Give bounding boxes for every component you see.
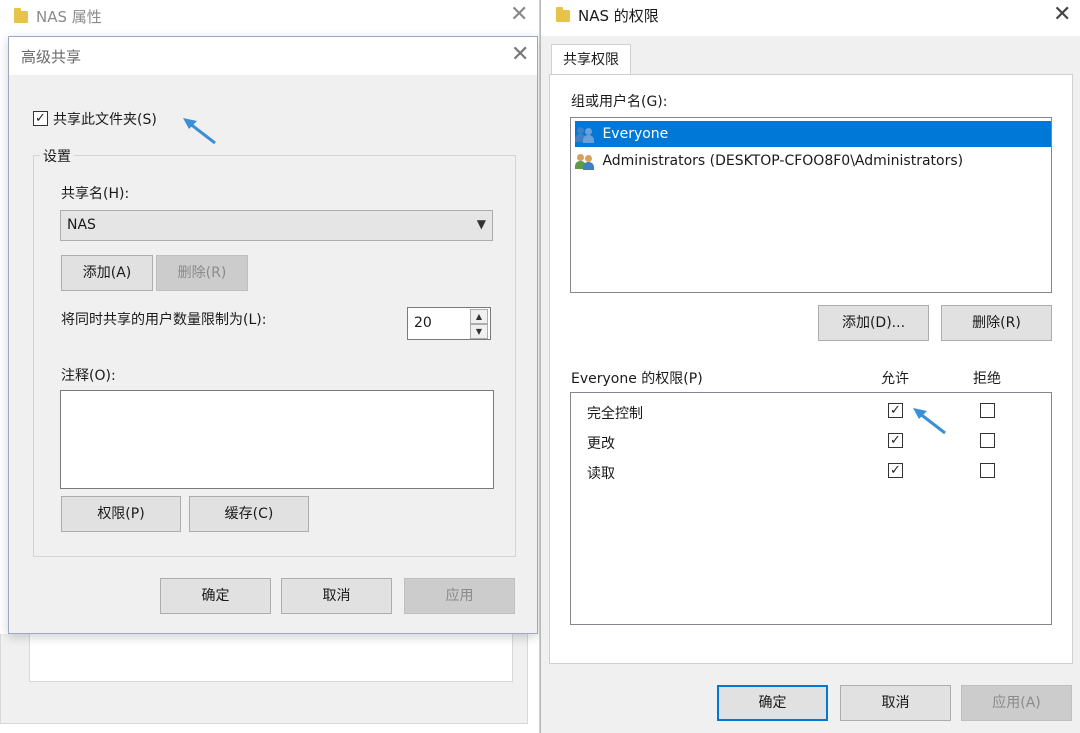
user-limit-value: 20: [414, 315, 432, 331]
close-icon[interactable]: ✕: [510, 4, 528, 26]
folder-icon: [556, 7, 570, 22]
ok-button[interactable]: 确定: [717, 685, 828, 721]
tab-panel: 组或用户名(G): Everyone Administrators (DESKT…: [549, 74, 1073, 664]
allow-header: 允许: [881, 371, 909, 387]
spin-down-button[interactable]: ▼: [470, 324, 488, 339]
annotation-arrow-icon: [183, 118, 216, 145]
comment-textarea[interactable]: [60, 390, 494, 489]
caching-button[interactable]: 缓存(C): [189, 496, 309, 532]
share-name-value: NAS: [67, 217, 96, 233]
deny-checkbox[interactable]: [980, 403, 995, 418]
dialog-title: 高级共享: [21, 48, 82, 66]
share-name-label: 共享名(H):: [61, 186, 130, 202]
window-frame-bottom: [0, 634, 528, 724]
dialog-title: NAS 的权限: [578, 7, 659, 25]
advanced-sharing-dialog: 高级共享 ✕ ✓ 共享此文件夹(S) 设置 共享名(H): NAS ▼ 添加(A…: [8, 36, 538, 634]
deny-header: 拒绝: [973, 371, 1001, 387]
permissions-for-label: Everyone 的权限(P): [571, 371, 703, 387]
share-folder-label: 共享此文件夹(S): [53, 112, 157, 128]
remove-share-button[interactable]: 删除(R): [156, 255, 248, 291]
permission-row: 读取 ✓: [571, 463, 1051, 487]
close-icon[interactable]: ✕: [1053, 4, 1071, 26]
user-limit-spinner[interactable]: 20 ▲ ▼: [407, 307, 491, 340]
allow-checkbox[interactable]: ✓: [888, 403, 903, 418]
list-item[interactable]: Everyone: [575, 121, 1051, 147]
remove-user-button[interactable]: 删除(R): [941, 305, 1052, 341]
user-name: Everyone: [602, 126, 669, 142]
share-name-combobox[interactable]: NAS ▼: [60, 210, 493, 241]
user-listbox[interactable]: Everyone Administrators (DESKTOP-CFOO8F0…: [570, 117, 1052, 293]
comment-label: 注释(O):: [61, 368, 116, 384]
permissions-dialog: NAS 的权限 ✕ 共享权限 组或用户名(G): Everyone Admini…: [540, 0, 1080, 733]
permission-name: 完全控制: [587, 406, 643, 422]
cancel-button[interactable]: 取消: [281, 578, 392, 614]
permissions-list: 完全控制 ✓ 更改 ✓ 读取 ✓: [570, 392, 1052, 625]
close-icon[interactable]: ✕: [511, 44, 529, 66]
window-title: NAS 属性: [36, 8, 102, 26]
checkmark-icon: ✓: [35, 111, 46, 126]
permissions-button[interactable]: 权限(P): [61, 496, 181, 532]
cancel-button[interactable]: 取消: [840, 685, 951, 721]
user-group-icon: [575, 125, 595, 143]
checkmark-icon: ✓: [890, 463, 901, 478]
permission-row: 更改 ✓: [571, 433, 1051, 457]
title-bar: NAS 的权限 ✕: [541, 0, 1080, 36]
tab-share-permissions[interactable]: 共享权限: [551, 44, 631, 74]
permission-name: 读取: [587, 466, 615, 482]
list-item[interactable]: Administrators (DESKTOP-CFOO8F0\Administ…: [575, 148, 963, 174]
folder-icon: [14, 8, 28, 23]
add-share-button[interactable]: 添加(A): [61, 255, 153, 291]
apply-button[interactable]: 应用: [404, 578, 515, 614]
add-user-button[interactable]: 添加(D)...: [818, 305, 929, 341]
user-limit-label: 将同时共享的用户数量限制为(L):: [61, 312, 267, 328]
group-or-user-label: 组或用户名(G):: [571, 94, 668, 110]
deny-checkbox[interactable]: [980, 433, 995, 448]
spin-up-button[interactable]: ▲: [470, 309, 488, 324]
chevron-down-icon[interactable]: ▼: [477, 217, 486, 231]
apply-button[interactable]: 应用(A): [961, 685, 1072, 721]
permission-row: 完全控制 ✓: [571, 403, 1051, 427]
user-group-icon: [575, 152, 595, 170]
content-area: [29, 634, 513, 682]
allow-checkbox[interactable]: ✓: [888, 463, 903, 478]
title-bar: 高级共享 ✕: [9, 37, 537, 75]
annotation-arrow-icon: [913, 408, 946, 435]
deny-checkbox[interactable]: [980, 463, 995, 478]
share-folder-checkbox[interactable]: ✓: [33, 111, 48, 126]
allow-checkbox[interactable]: ✓: [888, 433, 903, 448]
checkmark-icon: ✓: [890, 403, 901, 418]
permission-name: 更改: [587, 436, 615, 452]
settings-group-label: 设置: [40, 146, 74, 166]
user-name: Administrators (DESKTOP-CFOO8F0\Administ…: [602, 153, 964, 169]
checkmark-icon: ✓: [890, 433, 901, 448]
ok-button[interactable]: 确定: [160, 578, 271, 614]
